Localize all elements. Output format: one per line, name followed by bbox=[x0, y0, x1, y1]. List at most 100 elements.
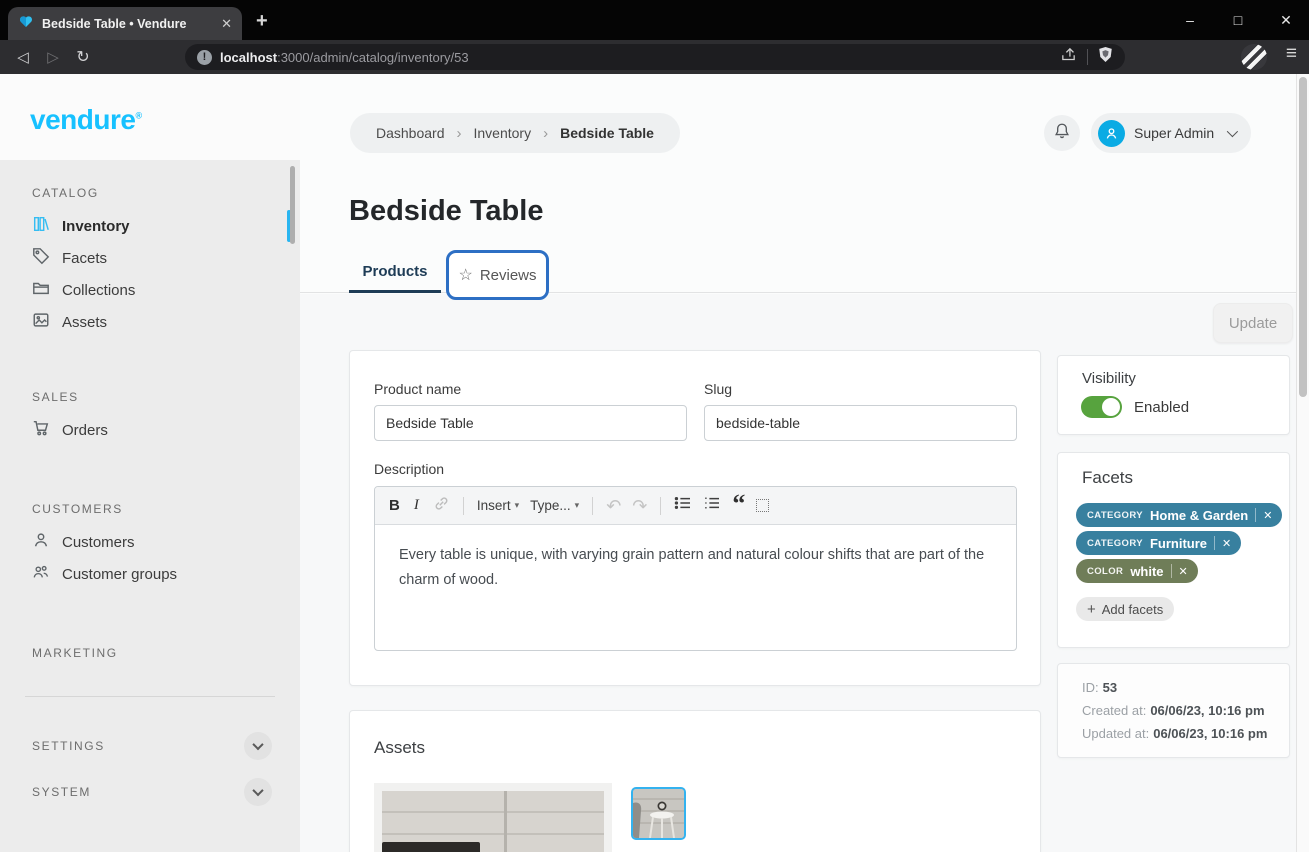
bold-icon[interactable]: B bbox=[389, 497, 400, 514]
browser-tab[interactable]: Bedside Table • Vendure ✕ bbox=[8, 7, 242, 40]
person-icon bbox=[32, 531, 50, 553]
sidebar-item-collections[interactable]: Collections bbox=[0, 274, 300, 306]
scrollbar-thumb[interactable] bbox=[1299, 77, 1307, 397]
created-row: Created at:06/06/23, 10:16 pm bbox=[1082, 703, 1265, 718]
updated-value: 06/06/23, 10:16 pm bbox=[1153, 726, 1267, 741]
update-button[interactable]: Update bbox=[1213, 303, 1293, 343]
chevron-down-icon bbox=[252, 739, 263, 750]
blockquote-icon[interactable]: “ bbox=[732, 501, 745, 511]
table-icon[interactable] bbox=[756, 499, 769, 512]
sidebar-item-label: Facets bbox=[62, 250, 107, 267]
visibility-toggle[interactable] bbox=[1081, 396, 1122, 418]
notifications-button[interactable] bbox=[1044, 115, 1080, 151]
bullet-list-icon[interactable] bbox=[674, 496, 692, 515]
facets-heading: Facets bbox=[1082, 468, 1133, 488]
redo-icon[interactable]: ↷ bbox=[632, 497, 647, 515]
vendure-logo[interactable]: vendure® bbox=[30, 104, 142, 136]
sidebar-item-label: Inventory bbox=[62, 218, 130, 235]
type-dropdown[interactable]: Type...▾ bbox=[530, 498, 579, 513]
description-editor: B I Insert▾ Type...▾ ↶ ↷ “ Every table i… bbox=[374, 486, 1017, 651]
tab-close-icon[interactable]: ✕ bbox=[221, 16, 232, 32]
url-path: :3000/admin/catalog/inventory/53 bbox=[277, 50, 469, 65]
sidebar-scrollbar[interactable] bbox=[290, 166, 295, 244]
browser-toolbar: ◁ ▷ ↻ ! localhost:3000/admin/catalog/inv… bbox=[0, 40, 1309, 74]
main-content: Dashboard › Inventory › Bedside Table Su… bbox=[300, 74, 1309, 852]
back-icon[interactable]: ◁ bbox=[8, 48, 38, 66]
sidebar-section-system[interactable]: SYSTEM bbox=[0, 778, 300, 806]
toolbar-divider bbox=[660, 497, 661, 515]
site-info-icon[interactable]: ! bbox=[197, 50, 212, 65]
undo-icon[interactable]: ↶ bbox=[606, 497, 621, 515]
slug-input[interactable] bbox=[704, 405, 1017, 441]
minimize-icon[interactable]: – bbox=[1181, 12, 1199, 28]
tab-reviews[interactable]: ☆ Reviews bbox=[446, 250, 549, 300]
screen: Bedside Table • Vendure ✕ + – □ ✕ ◁ ▷ ↻ … bbox=[0, 0, 1309, 852]
close-icon[interactable]: ✕ bbox=[1277, 12, 1295, 29]
plus-icon: + bbox=[1087, 601, 1096, 618]
sidebar-item-customer-groups[interactable]: Customer groups bbox=[0, 558, 300, 590]
facet-chip: COLOR white ✕ bbox=[1076, 559, 1198, 583]
link-icon[interactable] bbox=[433, 495, 450, 517]
facet-group: CATEGORY bbox=[1087, 510, 1143, 521]
main-scrollbar[interactable] bbox=[1296, 74, 1309, 852]
menu-icon[interactable]: ≡ bbox=[1286, 43, 1297, 65]
brave-shield-icon[interactable] bbox=[1098, 46, 1113, 68]
remove-facet-icon[interactable]: ✕ bbox=[1263, 509, 1272, 522]
caret-down-icon: ▾ bbox=[575, 500, 580, 511]
product-name-input[interactable] bbox=[374, 405, 687, 441]
photo-detail bbox=[504, 791, 507, 852]
add-facets-button[interactable]: + Add facets bbox=[1076, 597, 1174, 621]
section-label-system: SYSTEM bbox=[32, 785, 91, 799]
sidebar-section-settings[interactable]: SETTINGS bbox=[0, 732, 300, 760]
editor-toolbar: B I Insert▾ Type...▾ ↶ ↷ “ bbox=[375, 487, 1016, 525]
facet-chip-list: CATEGORY Home & Garden ✕ CATEGORY Furnit… bbox=[1076, 503, 1282, 583]
chip-divider bbox=[1214, 536, 1215, 550]
sidebar-item-facets[interactable]: Facets bbox=[0, 242, 300, 274]
browser-tab-strip: Bedside Table • Vendure ✕ + – □ ✕ bbox=[0, 0, 1309, 40]
forward-icon[interactable]: ▷ bbox=[38, 48, 68, 66]
id-value: 53 bbox=[1103, 680, 1117, 695]
facet-group: COLOR bbox=[1087, 566, 1123, 577]
asset-thumbnail-selected[interactable] bbox=[631, 787, 686, 840]
maximize-icon[interactable]: □ bbox=[1229, 12, 1247, 28]
window-controls: – □ ✕ bbox=[1181, 0, 1295, 40]
image-icon bbox=[32, 311, 50, 333]
visibility-state: Enabled bbox=[1134, 399, 1189, 416]
sidebar-item-customers[interactable]: Customers bbox=[0, 526, 300, 558]
breadcrumb-separator-icon: › bbox=[543, 125, 548, 142]
section-label-marketing: MARKETING bbox=[32, 646, 300, 660]
url-bar[interactable]: ! localhost:3000/admin/catalog/inventory… bbox=[185, 44, 1125, 70]
sidebar-item-assets[interactable]: Assets bbox=[0, 306, 300, 338]
description-text[interactable]: Every table is unique, with varying grai… bbox=[375, 525, 1016, 612]
asset-photo bbox=[382, 791, 604, 852]
browser-profile-avatar[interactable] bbox=[1241, 44, 1267, 70]
expand-settings-button[interactable] bbox=[244, 732, 272, 760]
italic-icon[interactable]: I bbox=[411, 497, 422, 514]
reload-icon[interactable]: ↻ bbox=[68, 47, 98, 67]
sidebar-divider bbox=[25, 696, 275, 697]
insert-dropdown[interactable]: Insert▾ bbox=[477, 498, 519, 513]
sidebar-item-inventory[interactable]: Inventory bbox=[0, 210, 300, 242]
user-menu[interactable]: Super Admin bbox=[1091, 113, 1251, 153]
chip-divider bbox=[1171, 564, 1172, 578]
page-title: Bedside Table bbox=[349, 195, 543, 228]
browser-tab-title: Bedside Table • Vendure bbox=[42, 17, 213, 31]
new-tab-button[interactable]: + bbox=[256, 10, 268, 33]
remove-facet-icon[interactable]: ✕ bbox=[1222, 537, 1231, 550]
url-actions bbox=[1060, 46, 1113, 68]
sidebar-item-orders[interactable]: Orders bbox=[0, 414, 300, 446]
tab-products[interactable]: Products bbox=[349, 251, 441, 292]
sidebar-item-label: Customers bbox=[62, 534, 135, 551]
remove-facet-icon[interactable]: ✕ bbox=[1179, 565, 1188, 578]
sidebar-item-label: Orders bbox=[62, 422, 108, 439]
expand-system-button[interactable] bbox=[244, 778, 272, 806]
breadcrumb-dashboard[interactable]: Dashboard bbox=[376, 125, 445, 141]
breadcrumb-inventory[interactable]: Inventory bbox=[474, 125, 532, 141]
featured-asset-image[interactable] bbox=[374, 783, 612, 852]
facet-chip: CATEGORY Furniture ✕ bbox=[1076, 531, 1241, 555]
numbered-list-icon[interactable] bbox=[703, 496, 721, 515]
avatar bbox=[1098, 120, 1125, 147]
section-label-settings: SETTINGS bbox=[32, 739, 105, 753]
facet-chip: CATEGORY Home & Garden ✕ bbox=[1076, 503, 1282, 527]
share-icon[interactable] bbox=[1060, 46, 1077, 68]
